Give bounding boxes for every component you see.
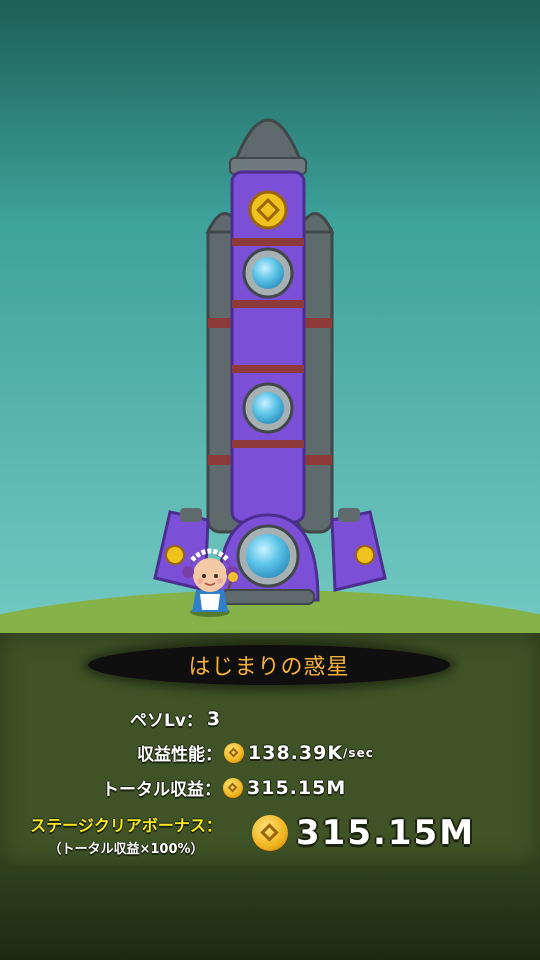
peso-level-label: ペソLv：: [130, 711, 203, 731]
income-label: 収益性能：: [137, 745, 222, 765]
bonus-label-block: ステージクリアボーナス： （トータル収益×100%）: [8, 812, 244, 857]
income-row: 収益性能： 138.39K /sec: [137, 740, 374, 766]
income-unit: /sec: [343, 745, 374, 760]
stage-title-plate: はじまりの惑星: [88, 645, 450, 685]
stage-title: はじまりの惑星: [188, 655, 350, 680]
stage-clear-bonus-subtitle: （トータル収益×100%）: [48, 842, 204, 857]
stage-clear-bonus-label: ステージクリアボーナス：: [30, 816, 222, 835]
total-income-value: 315.15M: [247, 776, 347, 799]
coin-icon: [252, 815, 288, 851]
peso-level-row: ペソLv： 3: [130, 706, 222, 732]
stage-clear-bonus-value: 315.15M: [296, 813, 476, 853]
coin-icon: [223, 777, 243, 798]
income-value: 138.39K: [248, 741, 344, 764]
coin-icon: [224, 742, 244, 763]
bottom-strip: [0, 865, 540, 960]
peso-level-value: 3: [206, 707, 222, 730]
total-income-label: トータル収益：: [102, 780, 221, 800]
total-income-row: トータル収益： 315.15M: [102, 775, 347, 801]
stage-clear-bonus-row: 315.15M: [250, 813, 475, 853]
